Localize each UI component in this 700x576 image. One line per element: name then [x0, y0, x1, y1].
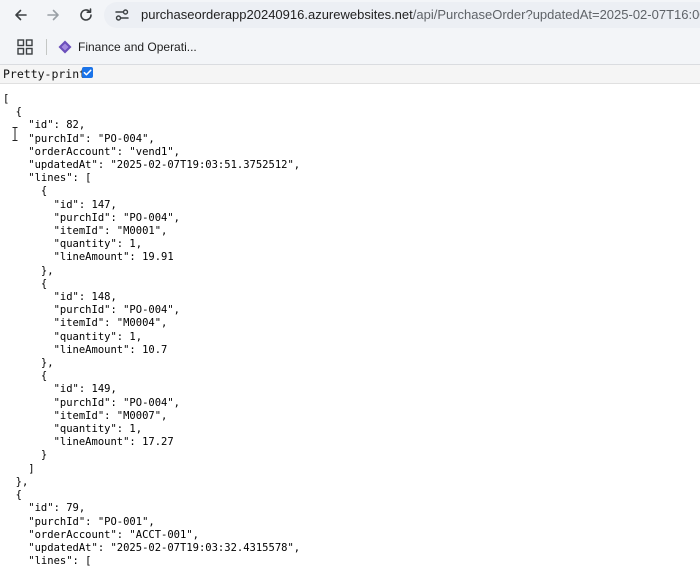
- json-line: "quantity": 1,: [3, 238, 143, 251]
- back-button[interactable]: [10, 4, 32, 26]
- json-line: "id": 149,: [3, 383, 117, 396]
- json-line: "itemId": "M0007",: [3, 409, 168, 422]
- checkmark-icon: [83, 69, 92, 76]
- forward-button[interactable]: [42, 4, 64, 26]
- url-host: purchaseorderapp20240916.azurewebsites.n…: [141, 7, 413, 22]
- json-line: "id": 147,: [3, 198, 117, 211]
- pretty-print-label: Pretty-print: [3, 67, 87, 81]
- json-line: "lines": [: [3, 172, 92, 185]
- json-line: "itemId": "M0001",: [3, 225, 168, 238]
- finance-diamond-icon: [58, 40, 72, 54]
- json-line: }: [3, 449, 48, 462]
- bookmarks-separator: [46, 39, 47, 55]
- json-line: "purchId": "PO-004",: [3, 396, 181, 409]
- pretty-print-checkbox[interactable]: [82, 67, 93, 78]
- json-line: {: [3, 106, 22, 119]
- url-path: /api/PurchaseOrder?updatedAt=2025-02-07T…: [412, 7, 700, 22]
- bookmark-finance-and-operations[interactable]: Finance and Operati...: [58, 38, 197, 56]
- bookmark-label: Finance and Operati...: [78, 40, 197, 54]
- json-line: "purchId": "PO-004",: [3, 132, 155, 145]
- json-line: "orderAccount": "vend1",: [3, 145, 181, 158]
- json-line: "lineAmount": 10.7: [3, 343, 168, 356]
- json-line: "id": 79,: [3, 502, 86, 515]
- json-line: "updatedAt": "2025-02-07T19:03:51.375251…: [3, 159, 301, 172]
- json-line: "orderAccount": "ACCT-001",: [3, 528, 199, 541]
- json-line: ]: [3, 462, 35, 475]
- json-line: "updatedAt": "2025-02-07T19:03:32.431557…: [3, 541, 301, 554]
- json-line: "quantity": 1,: [3, 330, 143, 343]
- site-info-icon: [115, 9, 129, 21]
- json-line: "lineAmount": 17.27: [3, 436, 174, 449]
- json-line: {: [3, 185, 48, 198]
- json-line: [: [3, 93, 10, 105]
- reload-button[interactable]: [75, 4, 97, 26]
- json-line: "purchId": "PO-004",: [3, 211, 181, 224]
- text-cursor-icon: [12, 127, 18, 141]
- json-content: [ { "id": 82, "purchId": "PO-004", "orde…: [3, 93, 300, 568]
- url-text[interactable]: purchaseorderapp20240916.azurewebsites.n…: [141, 7, 700, 22]
- json-line: "id": 148,: [3, 291, 117, 304]
- json-line: "itemId": "M0004",: [3, 317, 168, 330]
- json-line: },: [3, 264, 54, 277]
- json-line: "quantity": 1,: [3, 423, 143, 436]
- reload-icon: [80, 8, 92, 21]
- json-line: "purchId": "PO-001",: [3, 515, 155, 528]
- pretty-print-bar: [0, 65, 700, 84]
- forward-arrow-icon: [47, 9, 59, 21]
- json-line: "purchId": "PO-004",: [3, 304, 181, 317]
- back-arrow-icon: [15, 9, 27, 21]
- json-line: {: [3, 277, 48, 290]
- apps-grid-icon[interactable]: [17, 39, 33, 55]
- json-line: "lineAmount": 19.91: [3, 251, 174, 264]
- json-line: "lines": [: [3, 555, 92, 568]
- site-info-button[interactable]: [113, 6, 131, 24]
- json-line: {: [3, 370, 48, 383]
- json-line: },: [3, 357, 54, 370]
- json-line: },: [3, 475, 29, 488]
- json-line: {: [3, 489, 22, 502]
- json-line: "id": 82,: [3, 119, 86, 132]
